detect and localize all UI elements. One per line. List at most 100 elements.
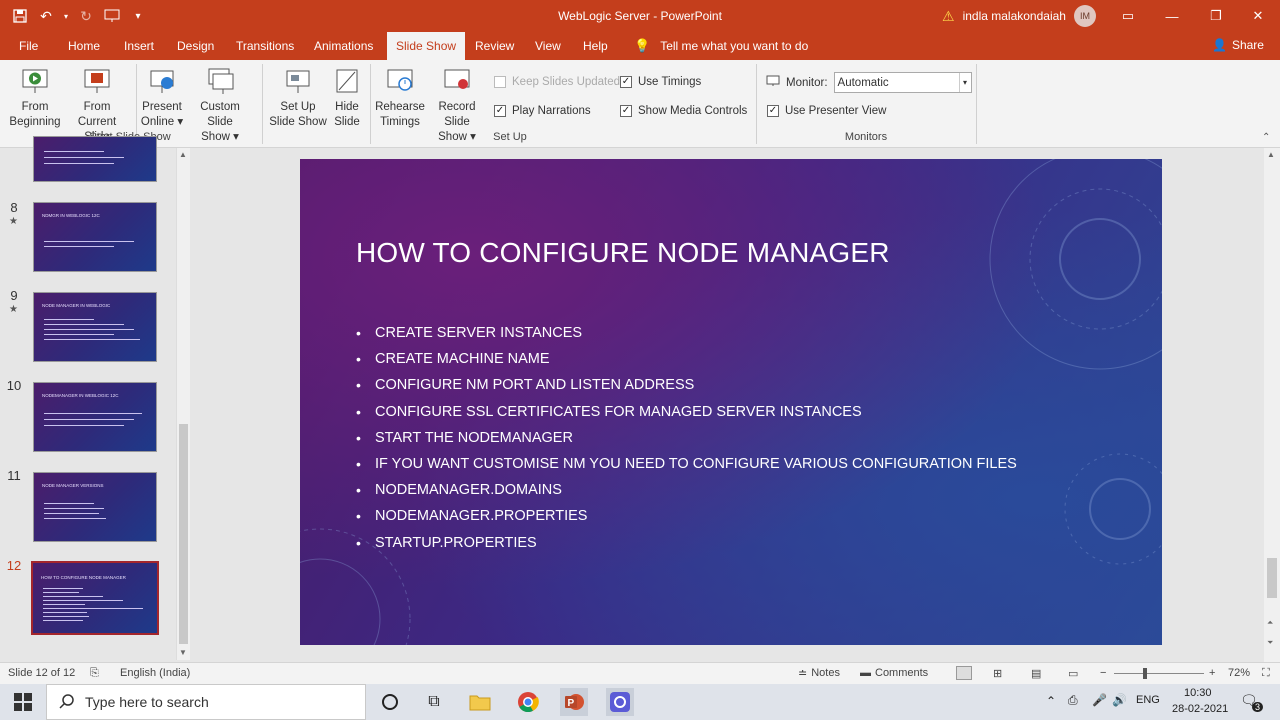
rehearse-timings-button[interactable]: Rehearse Timings bbox=[374, 64, 426, 130]
tab-slide-show[interactable]: Slide Show bbox=[387, 32, 466, 60]
use-presenter-view-checkbox[interactable]: ✓ Use Presenter View bbox=[767, 105, 886, 117]
tab-animations[interactable]: Animations bbox=[305, 32, 382, 60]
hide-label-1: Hide bbox=[335, 101, 359, 113]
notes-button[interactable]: ≐ Notes bbox=[798, 667, 840, 680]
current-slide[interactable]: HOW TO CONFIGURE NODE MANAGER CREATE SER… bbox=[300, 159, 1162, 645]
thumbnails-scrollbar[interactable]: ▲ ▼ bbox=[176, 148, 190, 660]
screen-recorder-icon[interactable] bbox=[606, 688, 634, 716]
minimize-icon[interactable]: — bbox=[1150, 0, 1194, 32]
fit-to-window-icon[interactable]: ⛶ bbox=[1262, 667, 1270, 680]
tab-file[interactable]: File bbox=[10, 32, 47, 60]
tell-me-label: Tell me what you want to do bbox=[660, 39, 809, 53]
reading-view-icon[interactable]: ▤ bbox=[1031, 667, 1041, 680]
restore-icon[interactable]: ❐ bbox=[1194, 0, 1238, 32]
scrollbar-thumb[interactable] bbox=[179, 424, 188, 644]
show-hidden-icons[interactable]: ⌃ bbox=[1046, 694, 1056, 708]
taskbar-search-box[interactable]: Type here to search bbox=[46, 684, 366, 720]
user-account[interactable]: ⚠ indla malakondaiah IM bbox=[942, 5, 1096, 27]
tell-me-search[interactable]: 💡 Tell me what you want to do bbox=[634, 38, 808, 54]
slide-title[interactable]: HOW TO CONFIGURE NODE MANAGER bbox=[356, 237, 890, 269]
zoom-in-icon[interactable]: + bbox=[1209, 667, 1215, 679]
setup-label-2: Slide Show bbox=[269, 116, 327, 128]
warning-icon: ⚠ bbox=[942, 7, 955, 24]
monitor-icon bbox=[766, 75, 780, 90]
avatar: IM bbox=[1073, 5, 1096, 27]
bullet-list[interactable]: CREATE SERVER INSTANCES CREATE MACHINE N… bbox=[356, 322, 1017, 558]
zoom-out-icon[interactable]: − bbox=[1100, 667, 1106, 679]
previous-slide-icon[interactable]: ⏶ bbox=[1267, 618, 1273, 628]
file-explorer-icon[interactable] bbox=[466, 688, 494, 716]
keep-slides-updated-checkbox[interactable]: Keep Slides Updated bbox=[494, 76, 620, 88]
present-online-button[interactable]: Present Online ▾ bbox=[140, 64, 184, 130]
thumbnail-title: NODE MANAGER IN WEBLOGIC bbox=[42, 303, 111, 308]
scroll-down-arrow-icon[interactable]: ▼ bbox=[179, 648, 187, 657]
checkmark-icon: ✓ bbox=[620, 105, 632, 117]
tab-design[interactable]: Design bbox=[168, 32, 223, 60]
microphone-icon[interactable]: 🎤 bbox=[1092, 693, 1107, 707]
thumbnail-slide-11[interactable]: NODE MANAGER VERSIONS bbox=[33, 472, 157, 542]
custom-slide-show-icon bbox=[205, 66, 235, 96]
next-slide-icon[interactable]: ⏷ bbox=[1267, 638, 1273, 648]
thumbnail-slide-10[interactable]: NODEMANAGER IN WEBLOGIC 12C bbox=[33, 382, 157, 452]
ribbon-display-options-icon[interactable]: ▭ bbox=[1106, 0, 1150, 32]
custom-show-label-1: Custom Slide bbox=[200, 101, 240, 128]
bullet-item: CREATE SERVER INSTANCES bbox=[356, 322, 1017, 348]
thumbnail-partial-7[interactable] bbox=[33, 136, 157, 182]
svg-text:P: P bbox=[568, 698, 575, 709]
task-view-icon[interactable]: ⧉ bbox=[420, 688, 448, 716]
tab-insert[interactable]: Insert bbox=[115, 32, 163, 60]
thumbnail-slide-9[interactable]: NODE MANAGER IN WEBLOGIC bbox=[33, 292, 157, 362]
volume-icon[interactable]: 🔊 bbox=[1112, 693, 1127, 707]
clock-time[interactable]: 10:30 bbox=[1184, 687, 1212, 699]
scroll-up-arrow-icon[interactable]: ▲ bbox=[179, 150, 187, 159]
comments-button[interactable]: ▬ Comments bbox=[860, 667, 928, 679]
hide-slide-button[interactable]: Hide Slide bbox=[330, 64, 364, 130]
normal-view-icon[interactable] bbox=[956, 666, 972, 680]
tab-help[interactable]: Help bbox=[574, 32, 617, 60]
device-icon[interactable]: ⎙ bbox=[1068, 693, 1078, 708]
tab-review[interactable]: Review bbox=[466, 32, 523, 60]
hide-slide-icon bbox=[332, 66, 362, 96]
editor-scrollbar[interactable]: ▲ ⏶ ⏷ bbox=[1264, 148, 1280, 662]
use-timings-checkbox[interactable]: ✓ Use Timings bbox=[620, 76, 701, 88]
share-button[interactable]: 👤 Share bbox=[1212, 38, 1264, 52]
thumbnail-slide-12[interactable]: HOW TO CONFIGURE NODE MANAGER bbox=[31, 561, 159, 635]
set-up-slide-show-button[interactable]: Set Up Slide Show bbox=[268, 64, 328, 130]
cortana-icon[interactable] bbox=[376, 688, 404, 716]
input-language[interactable]: ENG bbox=[1136, 694, 1160, 706]
slide-number: 10 bbox=[6, 378, 22, 393]
notification-count-badge: 3 bbox=[1252, 702, 1264, 712]
thumbnail-slide-8[interactable]: NDMGR IN WEBLOGIC 12C bbox=[33, 202, 157, 272]
chrome-icon[interactable] bbox=[514, 688, 542, 716]
slide-show-view-icon[interactable]: ▭ bbox=[1068, 667, 1078, 680]
monitor-label: Monitor: bbox=[786, 76, 828, 89]
close-icon[interactable]: ✕ bbox=[1236, 0, 1280, 32]
use-presenter-view-label: Use Presenter View bbox=[785, 105, 887, 117]
tab-transitions[interactable]: Transitions bbox=[227, 32, 303, 60]
windows-start-icon[interactable] bbox=[9, 688, 37, 716]
spell-check-icon[interactable]: ⎘ bbox=[90, 667, 99, 680]
powerpoint-taskbar-icon[interactable]: P bbox=[560, 688, 588, 716]
lightbulb-icon: 💡 bbox=[634, 38, 651, 53]
keep-slides-updated-label: Keep Slides Updated bbox=[512, 76, 621, 88]
scroll-up-arrow-icon[interactable]: ▲ bbox=[1267, 150, 1275, 159]
zoom-level[interactable]: 72% bbox=[1228, 667, 1250, 679]
group-label-set-up: Set Up bbox=[493, 131, 527, 143]
clock-date[interactable]: 28-02-2021 bbox=[1172, 703, 1228, 715]
zoom-slider-thumb[interactable] bbox=[1143, 668, 1147, 679]
language-indicator[interactable]: English (India) bbox=[120, 667, 190, 679]
monitor-dropdown[interactable]: Automatic ▾ bbox=[833, 72, 972, 93]
tab-home[interactable]: Home bbox=[59, 32, 109, 60]
collapse-ribbon-icon[interactable]: ⌃ bbox=[1262, 132, 1270, 143]
play-narrations-checkbox[interactable]: ✓ Play Narrations bbox=[494, 105, 591, 117]
slide-sorter-icon[interactable]: ⊞ bbox=[993, 667, 1002, 680]
search-placeholder: Type here to search bbox=[85, 694, 209, 710]
tab-view[interactable]: View bbox=[526, 32, 570, 60]
thumbnail-title: HOW TO CONFIGURE NODE MANAGER bbox=[41, 575, 126, 580]
zoom-slider[interactable] bbox=[1114, 673, 1204, 674]
scrollbar-thumb[interactable] bbox=[1267, 558, 1277, 598]
show-media-controls-checkbox[interactable]: ✓ Show Media Controls bbox=[620, 105, 747, 117]
show-media-controls-label: Show Media Controls bbox=[638, 105, 748, 117]
bullet-item: START THE NODEMANAGER bbox=[356, 427, 1017, 453]
from-beginning-button[interactable]: From Beginning bbox=[8, 64, 62, 130]
